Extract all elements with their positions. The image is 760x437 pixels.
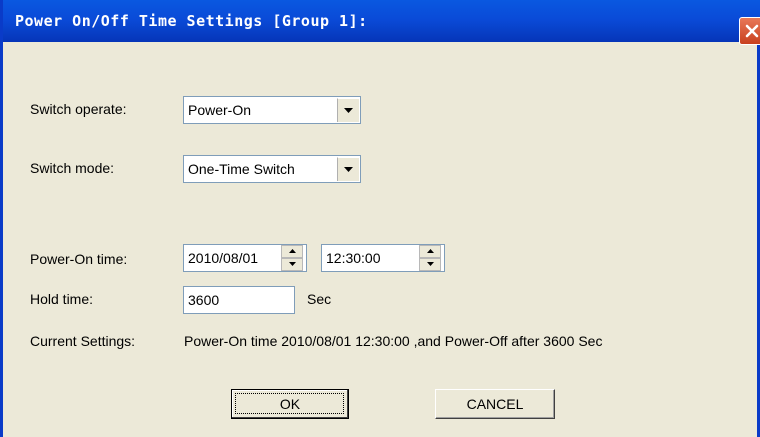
time-spinner[interactable] <box>419 245 441 271</box>
power-on-time-label: Power-On time: <box>30 251 128 267</box>
switch-mode-select[interactable]: One-Time Switch <box>183 155 361 183</box>
window-title: Power On/Off Time Settings [Group 1]: <box>15 12 368 30</box>
date-spin-down-button[interactable] <box>281 258 303 271</box>
power-on-date-value: 2010/08/01 <box>188 250 259 266</box>
spin-down-icon <box>289 262 296 266</box>
switch-operate-value: Power-On <box>188 102 252 118</box>
close-button[interactable] <box>739 17 760 45</box>
chevron-down-icon <box>344 167 353 172</box>
focus-indicator <box>235 393 344 414</box>
chevron-down-icon <box>344 108 353 113</box>
power-on-time-input[interactable]: 12:30:00 <box>321 244 445 272</box>
hold-time-value: 3600 <box>188 292 220 308</box>
switch-operate-select[interactable]: Power-On <box>183 96 361 124</box>
switch-operate-label: Switch operate: <box>30 101 127 117</box>
hold-time-input[interactable]: 3600 <box>183 286 295 314</box>
power-on-time-value: 12:30:00 <box>326 250 381 266</box>
power-on-date-input[interactable]: 2010/08/01 <box>183 244 307 272</box>
title-bar[interactable]: Power On/Off Time Settings [Group 1]: <box>3 0 760 45</box>
date-spin-up-button[interactable] <box>281 245 303 258</box>
cancel-button-label: CANCEL <box>466 396 524 412</box>
settings-dialog: Power On/Off Time Settings [Group 1]: Sw… <box>0 0 760 437</box>
close-icon <box>745 24 759 38</box>
switch-operate-dropdown-button[interactable] <box>337 98 359 122</box>
date-spinner[interactable] <box>281 245 303 271</box>
time-spin-down-button[interactable] <box>419 258 441 271</box>
spin-up-icon <box>289 249 296 253</box>
current-settings-text: Power-On time 2010/08/01 12:30:00 ,and P… <box>184 333 603 349</box>
hold-time-label: Hold time: <box>30 291 94 307</box>
spin-up-icon <box>427 249 434 253</box>
switch-mode-dropdown-button[interactable] <box>337 157 359 181</box>
ok-button[interactable]: OK <box>231 389 349 419</box>
hold-time-unit: Sec <box>307 291 332 307</box>
spin-down-icon <box>427 262 434 266</box>
cancel-button[interactable]: CANCEL <box>435 389 555 419</box>
current-settings-label: Current Settings: <box>30 333 136 349</box>
switch-mode-label: Switch mode: <box>30 160 115 176</box>
time-spin-up-button[interactable] <box>419 245 441 258</box>
switch-mode-value: One-Time Switch <box>188 161 295 177</box>
